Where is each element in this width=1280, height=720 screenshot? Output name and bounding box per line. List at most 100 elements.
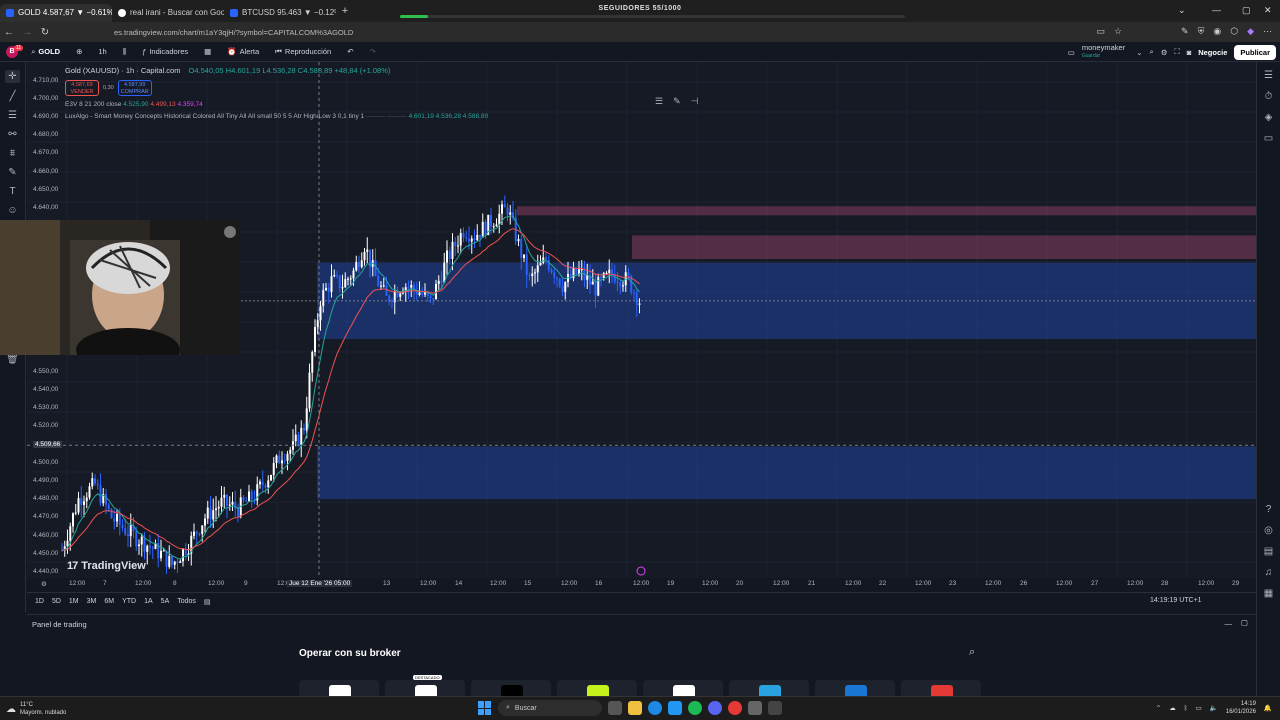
watchlist-icon[interactable]: ☰	[1264, 70, 1273, 81]
alerts-clock-icon[interactable]: ⏱	[1265, 91, 1273, 102]
store-icon[interactable]	[668, 701, 682, 715]
quick-search-icon[interactable]: ⌕	[1150, 47, 1154, 57]
emoji-icon[interactable]: ☺	[7, 205, 17, 216]
forward-icon[interactable]: →	[18, 27, 36, 38]
layout-icon[interactable]: ▭	[1068, 48, 1075, 57]
range-1m[interactable]: 1M	[69, 598, 79, 605]
fib-icon[interactable]: ☰	[8, 110, 17, 121]
maximize-panel-icon[interactable]: ▢	[1241, 618, 1248, 627]
chevron-up-icon[interactable]: ⌃	[1156, 704, 1161, 712]
chat-icon[interactable]: ▭	[1264, 133, 1273, 144]
lines-icon[interactable]: ☰	[655, 96, 663, 107]
ideas-icon[interactable]: ◎	[1264, 525, 1273, 536]
chart-type-button[interactable]: ⫼	[115, 47, 134, 57]
chart-clock[interactable]: 14:19:19 UTC+1	[1150, 597, 1274, 604]
time-axis-settings-icon[interactable]: ⚙	[41, 580, 47, 588]
sell-button[interactable]: 4.587,69 VENDER	[65, 80, 99, 96]
edge-icon[interactable]	[648, 701, 662, 715]
range-5d[interactable]: 5D	[52, 598, 61, 605]
reload-icon[interactable]: ↻	[36, 27, 54, 38]
forecast-icon[interactable]: ⩨	[10, 148, 16, 159]
calendar-icon[interactable]: ▤	[1264, 546, 1273, 557]
range-ytd[interactable]: YTD	[122, 598, 136, 605]
layouts-button[interactable]: ▦	[196, 47, 219, 56]
volume-icon[interactable]: 🔈	[1210, 704, 1218, 712]
bluetooth-icon[interactable]: ᛒ	[1184, 705, 1188, 712]
shield-icon[interactable]: ⛨	[1198, 26, 1205, 37]
trading-panel-label[interactable]: Panel de trading	[32, 620, 87, 629]
minimize-panel-icon[interactable]: —	[1225, 619, 1233, 628]
trash-icon[interactable]: 🗑	[6, 354, 19, 365]
weather-widget[interactable]: ☁ 11°C Mayorm. nublado	[6, 701, 66, 717]
range-1d[interactable]: 1D	[35, 598, 44, 605]
browser-tab-google[interactable]: real irani - Buscar con Google ×	[112, 4, 224, 22]
text-icon[interactable]: T	[9, 186, 15, 197]
range-6m[interactable]: 6M	[104, 598, 114, 605]
windows-start-icon[interactable]	[478, 701, 492, 715]
task-view-icon[interactable]	[608, 701, 622, 715]
taskbar-clock[interactable]: 14:19 16/01/2026	[1226, 700, 1256, 716]
puzzle-icon[interactable]: ⬡	[1230, 26, 1238, 37]
horizontal-line-icon[interactable]: ⊣	[691, 96, 699, 107]
crosshair-icon[interactable]: ✛	[5, 70, 20, 83]
taskbar-search[interactable]: ⌕ Buscar	[498, 700, 602, 716]
maximize-icon[interactable]: ▢	[1242, 5, 1251, 16]
symbol-search-button[interactable]: ⌕ GOLD	[23, 47, 68, 57]
broker-search-icon[interactable]: ⌕	[969, 646, 975, 659]
camera-icon[interactable]: ◙	[1187, 48, 1192, 57]
range-3m[interactable]: 3M	[87, 598, 97, 605]
range-1a[interactable]: 1A	[144, 598, 153, 605]
trend-line-icon[interactable]: ╱	[9, 91, 15, 102]
browser-tab-btc[interactable]: BTCUSD 95.463 ▼ −0.12% mo ×	[224, 4, 336, 22]
compare-button[interactable]: ⊕	[68, 47, 90, 56]
brush-icon[interactable]: ✎	[8, 167, 16, 178]
notification-bell-icon[interactable]: 🔔	[1264, 704, 1272, 712]
file-explorer-icon[interactable]	[628, 701, 642, 715]
star-icon[interactable]: ☆	[1114, 26, 1122, 37]
reading-icon[interactable]: ▭	[1096, 26, 1105, 37]
pencil-icon[interactable]: ✎	[673, 96, 681, 107]
price-axis[interactable]: 4.710,00 4.700,00 4.690,00 4.680,00 4.670,00…	[27, 62, 67, 582]
fullscreen-icon[interactable]: ⛶	[1174, 47, 1179, 57]
url-field[interactable]: es.tradingview.com/chart/m1aY3qjH/?symbo…	[114, 28, 353, 37]
undo-button[interactable]: ↶	[339, 47, 361, 56]
replay-button[interactable]: ⏮ Reproducción	[267, 47, 339, 57]
chevron-down-icon[interactable]: ⌄	[1136, 48, 1142, 57]
settings-icon[interactable]: ⚙	[1161, 48, 1168, 57]
minimize-icon[interactable]: —	[1212, 5, 1221, 15]
close-window-icon[interactable]: ✕	[1264, 5, 1272, 16]
browser-tab-gold[interactable]: GOLD 4.587,67 ▼ −0.61% mon ×	[0, 3, 112, 22]
ema-indicator-legend[interactable]: E3V 8 21 200 close 4.525,90 4.499,13 4.3…	[65, 101, 203, 108]
indicators-button[interactable]: ƒ Indicadores	[134, 47, 196, 56]
layers-icon[interactable]: ◈	[1265, 112, 1273, 123]
time-axis[interactable]: 12:00 7 12:00 8 12:00 9 12:00 13 12:00 14 12:00 15 1…	[27, 578, 1256, 592]
range-5a[interactable]: 5A	[161, 598, 170, 605]
app-icon[interactable]	[768, 701, 782, 715]
discord-icon[interactable]	[708, 701, 722, 715]
tab-list-icon[interactable]: ⌄	[1178, 5, 1186, 16]
copilot-icon[interactable]: ◆	[1247, 26, 1254, 37]
chrome-icon[interactable]	[728, 701, 742, 715]
extension-icon[interactable]: ✎	[1181, 26, 1189, 37]
buy-button[interactable]: 4.587,99 COMPRAR	[117, 80, 152, 96]
spotify-icon[interactable]	[688, 701, 702, 715]
layout-name[interactable]: moneymaker Guardar	[1082, 44, 1125, 60]
notifications-icon[interactable]: ♫	[1265, 567, 1273, 578]
back-icon[interactable]: ←	[0, 27, 18, 38]
new-tab-button[interactable]: +	[336, 5, 354, 17]
pattern-icon[interactable]: ⚯	[8, 129, 16, 140]
redo-button[interactable]: ↷	[361, 47, 383, 56]
trade-button[interactable]: Negocie	[1198, 48, 1227, 57]
cloud-sync-icon[interactable]: ☁	[1169, 704, 1176, 712]
profile-icon[interactable]: ◉	[1213, 26, 1221, 37]
range-todos[interactable]: Todos	[177, 598, 196, 605]
calendar-range-icon[interactable]: ▤	[204, 598, 211, 606]
menu-icon[interactable]: ⋯	[1263, 26, 1272, 37]
help-icon[interactable]: ?	[1266, 504, 1272, 515]
interval-button[interactable]: 1h	[90, 47, 114, 56]
network-icon[interactable]: ▭	[1196, 704, 1202, 712]
publish-button[interactable]: Publicar	[1234, 44, 1276, 60]
obs-icon[interactable]	[748, 701, 762, 715]
alert-button[interactable]: ⏰ Alerta	[219, 47, 267, 56]
luxalgo-indicator-legend[interactable]: LuxAlgo - Smart Money Concepts Historica…	[65, 113, 488, 120]
